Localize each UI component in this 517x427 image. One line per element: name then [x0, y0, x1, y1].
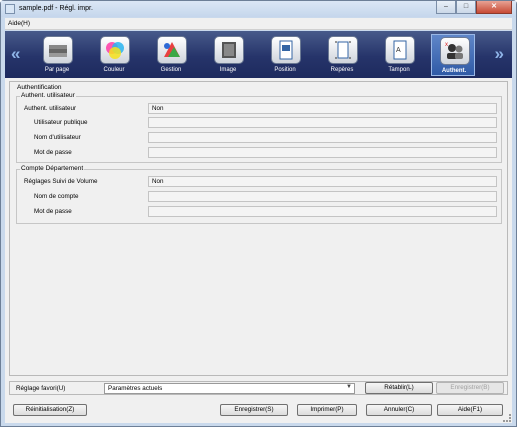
tab-label: Image — [219, 67, 237, 73]
department-title: Compte Département — [20, 165, 85, 172]
main-content: « Par page Couleur Gestion Image Positio… — [5, 31, 512, 423]
tab-label: Tampon — [388, 67, 410, 73]
window-title: sample.pdf - Régl. impr. — [19, 5, 93, 12]
tab-label: Par page — [44, 67, 70, 73]
dropdown-arrow-icon: ▼ — [346, 384, 352, 390]
help-button[interactable]: Aide(F1) — [437, 404, 503, 416]
tab-label: Position — [274, 67, 296, 73]
minimize-button[interactable]: – — [436, 1, 456, 14]
function-toolbar: « Par page Couleur Gestion Image Positio… — [5, 31, 512, 78]
menu-help[interactable]: Aide(H) — [8, 20, 30, 27]
crop-marks-icon — [328, 36, 358, 64]
stacked-pages-icon — [43, 36, 73, 64]
department-password-field[interactable] — [148, 206, 497, 217]
menu-bar: Aide(H) — [5, 18, 512, 30]
password-label: Mot de passe — [34, 149, 72, 156]
tab-gestion[interactable]: Gestion — [149, 34, 193, 76]
user-auth-title: Authent. utilisateur — [20, 92, 76, 99]
svg-text:x: x — [445, 42, 448, 48]
app-icon — [5, 4, 15, 14]
favorites-bar: Réglage favori(U) Paramètres actuels ▼ R… — [9, 381, 508, 395]
resize-grip-icon[interactable] — [503, 414, 511, 422]
stamp-page-icon: A — [385, 36, 415, 64]
user-auth-field[interactable]: Non — [148, 103, 497, 114]
scroll-right-icon[interactable]: » — [495, 44, 504, 64]
tab-couleur[interactable]: Couleur — [92, 34, 136, 76]
tab-label: Couleur — [103, 67, 125, 73]
favorites-selected-value: Paramètres actuels — [108, 385, 163, 392]
position-page-icon — [271, 36, 301, 64]
reset-button[interactable]: Réinitialisation(Z) — [13, 404, 87, 416]
account-name-label: Nom de compte — [34, 193, 79, 200]
print-settings-window: sample.pdf - Régl. impr. – □ ✕ Aide(H) «… — [0, 0, 517, 427]
account-name-field[interactable] — [148, 191, 497, 202]
tab-label: Authent. — [441, 68, 467, 74]
tab-image[interactable]: Image — [206, 34, 250, 76]
color-wheel-icon — [100, 36, 130, 64]
image-square-icon — [214, 36, 244, 64]
maximize-button[interactable]: □ — [456, 1, 476, 14]
username-field[interactable] — [148, 132, 497, 143]
tab-authent[interactable]: x Authent. — [431, 34, 475, 76]
volume-tracking-field[interactable]: Non — [148, 176, 497, 187]
save-button[interactable]: Enregistrer(S) — [220, 404, 288, 416]
authentication-panel: Authentification Authent. utilisateur Au… — [9, 81, 508, 376]
svg-text:A: A — [396, 47, 401, 54]
favorites-select[interactable]: Paramètres actuels ▼ — [104, 383, 355, 394]
tab-tampon[interactable]: A Tampon — [377, 34, 421, 76]
user-auth-label: Authent. utilisateur — [24, 105, 77, 112]
cancel-button[interactable]: Annuler(C) — [366, 404, 432, 416]
favorites-label: Réglage favori(U) — [16, 385, 66, 392]
scroll-left-icon[interactable]: « — [11, 44, 20, 64]
close-button[interactable]: ✕ — [476, 1, 512, 14]
public-user-label: Utilisateur publique — [34, 119, 88, 126]
password-field[interactable] — [148, 147, 497, 158]
tab-label: Gestion — [160, 67, 182, 73]
department-password-label: Mot de passe — [34, 208, 72, 215]
users-auth-icon: x — [440, 37, 470, 65]
tab-label: Repères — [330, 67, 354, 73]
restore-button[interactable]: Rétablir(L) — [365, 382, 433, 394]
print-button[interactable]: Imprimer(P) — [297, 404, 357, 416]
title-bar[interactable]: sample.pdf - Régl. impr. – □ ✕ — [1, 1, 516, 17]
tab-par-page[interactable]: Par page — [35, 34, 79, 76]
color-gestion-icon — [157, 36, 187, 64]
save-favorite-button[interactable]: Enregistrer(B) — [436, 382, 504, 394]
public-user-field[interactable] — [148, 117, 497, 128]
volume-tracking-label: Réglages Suivi de Volume — [24, 178, 98, 185]
tab-reperes[interactable]: Repères — [320, 34, 364, 76]
username-label: Nom d'utilisateur — [34, 134, 81, 141]
tab-position[interactable]: Position — [263, 34, 307, 76]
authentication-title: Authentification — [16, 84, 63, 91]
